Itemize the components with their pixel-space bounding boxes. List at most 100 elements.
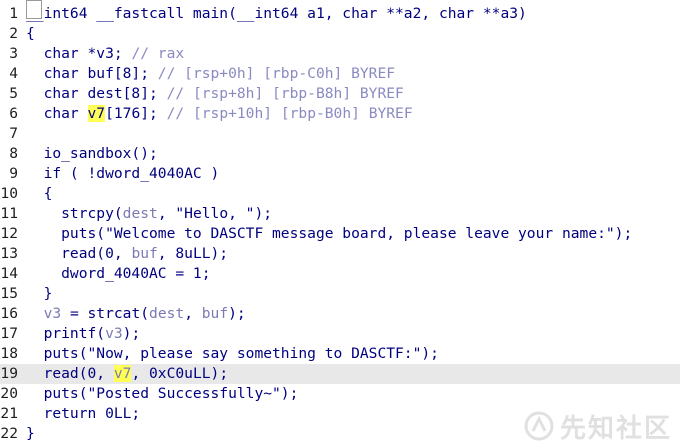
code-token: {	[26, 185, 53, 202]
line-number: 21	[0, 405, 18, 422]
code-token: , 0xC0uLL);	[131, 365, 229, 382]
code-token: dest	[149, 305, 185, 322]
code-line[interactable]: 3 char *v3; // rax	[0, 44, 680, 64]
code-token: , "Hello, ");	[157, 205, 273, 222]
line-number: 19	[0, 365, 18, 382]
code-token: // [rsp+10h] [rbp-B0h] BYREF	[166, 105, 413, 122]
code-line[interactable]: 12 puts("Welcome to DASCTF message board…	[0, 224, 680, 244]
code-token: = strcat(	[61, 305, 150, 322]
watermark-text: 先知社区	[559, 413, 672, 444]
code-token: char *v3;	[26, 45, 132, 62]
code-token: return 0LL;	[26, 405, 141, 422]
code-token: char buf[8];	[26, 65, 158, 82]
code-line[interactable]: 16 v3 = strcat(dest, buf);	[0, 304, 680, 324]
code-line[interactable]: 8 io_sandbox();	[0, 144, 680, 164]
code-line[interactable]: 20 puts("Posted Successfully~");	[0, 384, 680, 404]
line-number: 4	[9, 65, 18, 82]
code-line[interactable]: 6 char v7[176]; // [rsp+10h] [rbp-B0h] B…	[0, 104, 680, 124]
code-token: // [rsp+0h] [rbp-C0h] BYREF	[157, 65, 396, 82]
line-number: 3	[9, 45, 18, 62]
code-line[interactable]: 7	[0, 124, 680, 144]
code-text: strcpy(dest, "Hello, ");	[26, 204, 272, 224]
line-number: 20	[0, 385, 18, 402]
code-text: return 0LL;	[26, 404, 141, 424]
line-number: 7	[9, 125, 18, 142]
line-number: 12	[0, 225, 18, 242]
code-text: v3 = strcat(dest, buf);	[26, 304, 246, 324]
code-line[interactable]: 4 char buf[8]; // [rsp+0h] [rbp-C0h] BYR…	[0, 64, 680, 84]
code-token: // [rsp+8h] [rbp-B8h] BYREF	[166, 85, 404, 102]
code-token: puts("Welcome to DASCTF message board, p…	[26, 225, 633, 242]
code-token: }	[26, 285, 53, 302]
code-line[interactable]: 17 printf(v3);	[0, 324, 680, 344]
code-text: io_sandbox();	[26, 144, 158, 164]
line-number: 1	[9, 5, 18, 22]
line-number: 17	[0, 325, 18, 342]
code-token: puts("Posted Successfully~");	[26, 385, 299, 402]
code-text: printf(v3);	[26, 324, 141, 344]
code-text: }	[26, 424, 35, 444]
code-text: __int64 __fastcall main(__int64 a1, char…	[26, 4, 527, 24]
code-line[interactable]: 5 char dest[8]; // [rsp+8h] [rbp-B8h] BY…	[0, 84, 680, 104]
line-number: 15	[0, 285, 18, 302]
code-text: puts("Welcome to DASCTF message board, p…	[26, 224, 632, 244]
code-text: char buf[8]; // [rsp+0h] [rbp-C0h] BYREF	[26, 64, 395, 84]
pseudocode-view[interactable]: 1 __int64 __fastcall main(__int64 a1, cha…	[0, 0, 680, 448]
code-text: char *v3; // rax	[26, 44, 185, 64]
code-token: );	[228, 305, 246, 322]
code-text: puts("Now, please say something to DASCT…	[26, 344, 439, 364]
code-text: puts("Posted Successfully~");	[26, 384, 299, 404]
code-line[interactable]: 9 if ( !dword_4040AC )	[0, 164, 680, 184]
code-line[interactable]: 1 __int64 __fastcall main(__int64 a1, cha…	[0, 4, 680, 24]
line-number: 16	[0, 305, 18, 322]
highlighted-token: v7	[87, 105, 106, 122]
code-token: buf	[201, 305, 229, 322]
code-line[interactable]: 11 strcpy(dest, "Hello, ");	[0, 204, 680, 224]
code-text: char v7[176]; // [rsp+10h] [rbp-B0h] BYR…	[26, 104, 413, 124]
line-number: 5	[9, 85, 18, 102]
code-token: puts("Now, please say something to DASCT…	[26, 345, 439, 362]
code-token: __int64 __fastcall main(__int64 a1, char…	[26, 5, 527, 22]
line-number: 2	[9, 25, 18, 42]
code-token: }	[26, 425, 35, 442]
code-line[interactable]: 10 {	[0, 184, 680, 204]
code-token: char dest[8];	[26, 85, 167, 102]
code-text: read(0, buf, 8uLL);	[26, 244, 228, 264]
line-number: 18	[0, 345, 18, 362]
code-token: dest	[122, 205, 158, 222]
code-text: dword_4040AC = 1;	[26, 264, 210, 284]
code-token: strcpy(	[26, 205, 123, 222]
code-token: printf(	[26, 325, 106, 342]
code-line[interactable]: 18 puts("Now, please say something to DA…	[0, 344, 680, 364]
code-line[interactable]: 2{	[0, 24, 680, 44]
highlighted-token: v7	[113, 365, 132, 382]
code-token: ,	[184, 305, 202, 322]
line-number: 11	[0, 205, 18, 222]
code-token: // rax	[131, 45, 185, 62]
code-token: char	[26, 105, 88, 122]
code-token: v3	[105, 325, 123, 342]
code-line[interactable]: 13 read(0, buf, 8uLL);	[0, 244, 680, 264]
line-number: 22	[0, 425, 18, 442]
code-line[interactable]: 14 dword_4040AC = 1;	[0, 264, 680, 284]
line-number: 14	[0, 265, 18, 282]
code-text: read(0, v7, 0xC0uLL);	[26, 364, 228, 384]
code-token: io_sandbox();	[26, 145, 158, 162]
line-number: 10	[0, 185, 18, 202]
code-token: buf	[131, 245, 158, 262]
line-number: 8	[9, 145, 18, 162]
code-text: {	[26, 24, 35, 44]
code-token: [176];	[105, 105, 167, 122]
code-token: );	[122, 325, 141, 342]
code-token: , 8uLL);	[157, 245, 229, 262]
code-text: }	[26, 284, 53, 304]
code-text: {	[26, 184, 53, 204]
code-token: v3	[43, 305, 62, 322]
line-number: 6	[9, 105, 18, 122]
line-number: 9	[9, 165, 18, 182]
code-line[interactable]: 15 }	[0, 284, 680, 304]
code-line[interactable]: 19 read(0, v7, 0xC0uLL);	[0, 364, 680, 384]
watermark-logo-icon	[524, 411, 554, 441]
watermark: 先知社区	[524, 408, 672, 444]
